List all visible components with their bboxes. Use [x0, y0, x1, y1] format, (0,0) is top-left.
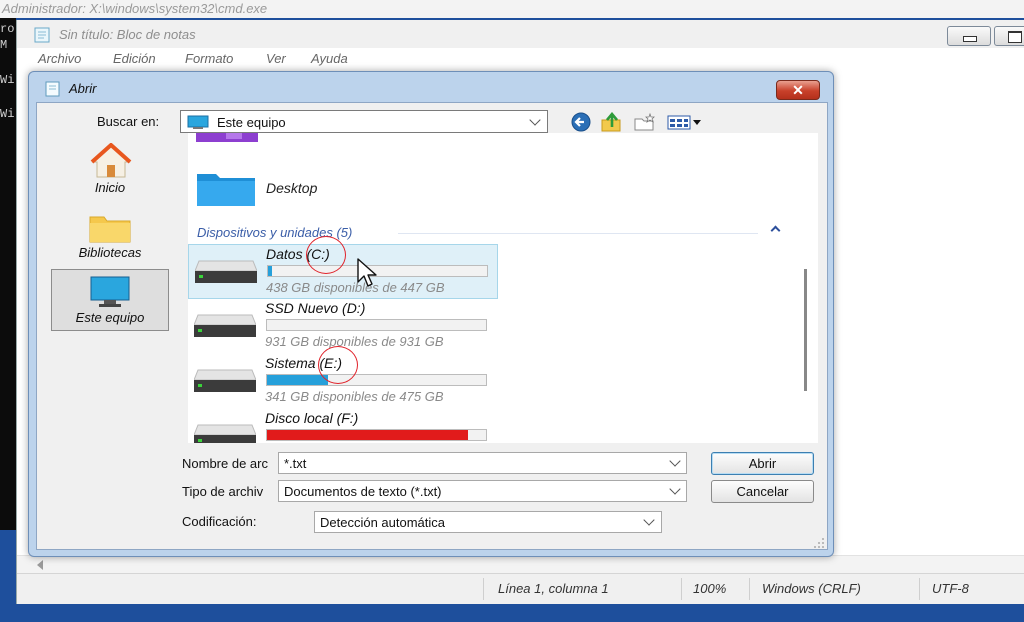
- annotation-circle-c: [306, 236, 346, 274]
- notepad-title: Sin título: Bloc de notas: [59, 27, 196, 42]
- status-position: Línea 1, columna 1: [498, 581, 609, 596]
- chevron-up-icon[interactable]: [770, 225, 781, 236]
- scrollbar-thumb[interactable]: [804, 269, 807, 391]
- drive-usage-fill: [267, 430, 469, 440]
- place-home[interactable]: Inicio: [51, 143, 169, 199]
- chevron-down-icon: [669, 483, 681, 495]
- menu-ayuda[interactable]: Ayuda: [311, 51, 348, 66]
- place-this-pc-label: Este equipo: [75, 310, 145, 325]
- menu-archivo[interactable]: Archivo: [38, 51, 81, 66]
- drive-usage-bar: [266, 319, 487, 331]
- drive-name: Disco local (F:): [265, 410, 359, 426]
- notepad-icon: [34, 27, 50, 43]
- cmd-line: ro: [0, 22, 15, 36]
- encoding-label: Codificación:: [182, 514, 257, 529]
- maximize-button[interactable]: [994, 26, 1024, 46]
- back-icon[interactable]: [569, 112, 593, 132]
- status-encoding: UTF-8: [932, 581, 969, 596]
- home-icon: [90, 143, 132, 178]
- partial-folder-icon: [196, 133, 258, 142]
- group-divider: [398, 233, 758, 234]
- desktop-folder-icon: [197, 174, 255, 206]
- cmd-line: Wi: [0, 73, 15, 87]
- look-in-value: Este equipo: [217, 115, 286, 130]
- close-icon: ✕: [792, 82, 804, 98]
- dialog-title-bar[interactable]: Abrir ✕: [29, 72, 833, 102]
- cancel-button[interactable]: Cancelar: [711, 480, 814, 503]
- encoding-value: Detección automática: [320, 515, 446, 530]
- place-this-pc[interactable]: Este equipo: [51, 269, 169, 331]
- desktop-label: Desktop: [266, 180, 318, 196]
- dialog-client: Buscar en: Este equipo Inicio Biblioteca…: [36, 102, 828, 550]
- chevron-down-icon: [643, 514, 655, 526]
- filetype-value: Documentos de texto (*.txt): [284, 484, 442, 499]
- filename-label: Nombre de arc: [182, 456, 268, 471]
- scroll-left-icon[interactable]: [37, 560, 43, 570]
- cmd-window-body: ro M Wi Wi: [0, 18, 16, 530]
- new-folder-icon[interactable]: [633, 112, 657, 132]
- hard-drive-icon: [195, 260, 257, 283]
- look-in-label: Buscar en:: [97, 114, 160, 129]
- hard-drive-icon: [194, 369, 256, 392]
- hard-drive-icon: [194, 424, 256, 443]
- notepad-menu-bar: Archivo Edición Formato Ver Ayuda: [17, 48, 1024, 72]
- hard-drive-icon: [194, 314, 256, 337]
- view-menu-icon[interactable]: [666, 112, 704, 132]
- dialog-close-button[interactable]: ✕: [776, 80, 820, 100]
- annotation-circle-e: [318, 346, 358, 384]
- open-dialog: Abrir ✕ Buscar en: Este equipo Inicio Bi…: [28, 71, 834, 557]
- status-divider: [919, 578, 920, 600]
- chevron-down-icon[interactable]: [669, 455, 681, 467]
- drive-name: SSD Nuevo (D:): [265, 300, 366, 316]
- drive-usage-bar: [266, 374, 487, 386]
- status-divider: [483, 578, 484, 600]
- status-divider: [681, 578, 682, 600]
- drive-free-space: 341 GB disponibles de 475 GB: [265, 389, 444, 404]
- cmd-line: Wi: [0, 107, 15, 121]
- up-folder-icon[interactable]: [600, 112, 624, 132]
- minimize-button[interactable]: [947, 26, 991, 46]
- drive-free-space: 931 GB disponibles de 931 GB: [265, 334, 444, 349]
- folder-icon: [89, 216, 131, 243]
- status-line-endings: Windows (CRLF): [762, 581, 861, 596]
- drive-usage-fill: [267, 375, 329, 385]
- filetype-dropdown[interactable]: Documentos de texto (*.txt): [278, 480, 687, 502]
- place-libraries[interactable]: Bibliotecas: [51, 213, 169, 263]
- drive-item[interactable]: Disco local (F:): [188, 409, 498, 443]
- dialog-title: Abrir: [69, 81, 97, 96]
- filetype-label: Tipo de archiv: [182, 484, 264, 499]
- cmd-line: M: [0, 38, 8, 52]
- chevron-down-icon: [529, 114, 541, 126]
- drive-usage-fill: [268, 266, 273, 276]
- menu-edicion[interactable]: Edición: [113, 51, 156, 66]
- encoding-dropdown[interactable]: Detección automática: [314, 511, 662, 533]
- mouse-cursor-icon: [357, 258, 377, 287]
- status-divider: [749, 578, 750, 600]
- computer-icon: [187, 115, 209, 129]
- filename-input[interactable]: *.txt: [278, 452, 687, 474]
- notepad-title-bar[interactable]: Sin título: Bloc de notas: [17, 20, 1024, 48]
- computer-icon: [90, 276, 130, 307]
- status-zoom: 100%: [693, 581, 727, 596]
- resize-grip-icon[interactable]: [813, 537, 825, 549]
- open-button[interactable]: Abrir: [711, 452, 814, 475]
- status-bar: Línea 1, columna 1 100% Windows (CRLF) U…: [17, 573, 1024, 604]
- place-libraries-label: Bibliotecas: [78, 245, 142, 260]
- place-home-label: Inicio: [94, 180, 126, 195]
- look-in-dropdown[interactable]: Este equipo: [180, 110, 548, 133]
- filename-value: *.txt: [284, 456, 307, 471]
- menu-formato[interactable]: Formato: [185, 51, 233, 66]
- file-list[interactable]: Desktop Dispositivos y unidades (5) Dato…: [188, 133, 818, 443]
- horizontal-scrollbar[interactable]: [17, 555, 1024, 573]
- notepad-icon: [45, 81, 60, 97]
- list-item-desktop[interactable]: Desktop: [188, 168, 498, 212]
- drive-usage-bar: [266, 429, 487, 441]
- menu-ver[interactable]: Ver: [266, 51, 286, 66]
- cmd-window-title: Administrador: X:\windows\system32\cmd.e…: [0, 0, 1024, 18]
